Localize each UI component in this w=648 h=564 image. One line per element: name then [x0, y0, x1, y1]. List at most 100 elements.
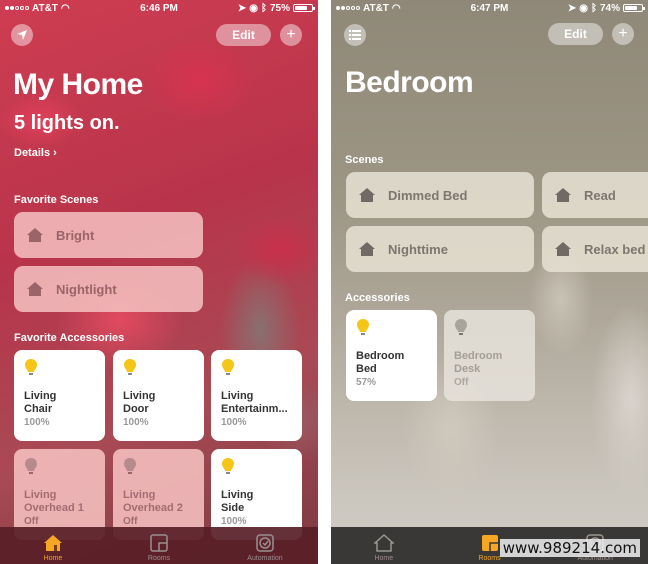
accessory-name-line1: Living: [24, 390, 57, 402]
battery-icon: [623, 4, 645, 12]
location-arrow-icon: [17, 30, 27, 40]
scene-name: Bright: [56, 227, 95, 243]
lightbulb-off-icon: [124, 458, 136, 474]
scene-name: Dimmed Bed: [388, 187, 468, 203]
tab-automation[interactable]: Automation: [212, 527, 318, 564]
page-title: My Home: [13, 68, 143, 101]
location-button[interactable]: [11, 24, 33, 46]
accessory-name-line1: Living: [123, 390, 156, 402]
accessory-tile[interactable]: Bedroom Bed 57%: [346, 310, 437, 401]
automation-icon: [256, 534, 274, 552]
status-bar: AT&T ◠ 6:46 PM ➤ ◉ ᛒ 75%: [0, 0, 318, 16]
lightbulb-on-icon: [124, 359, 136, 375]
lightbulb-on-icon: [222, 458, 234, 474]
house-icon: [26, 227, 44, 243]
signal-icon: [336, 6, 360, 10]
status-bar: AT&T ◠ 6:47 PM ➤ ◉ ᛒ 74%: [331, 0, 648, 16]
scene-tile-nighttime[interactable]: Nighttime: [346, 226, 534, 272]
scene-tile-nightlight[interactable]: Nightlight: [14, 266, 203, 312]
accessory-tile[interactable]: Living Chair 100%: [14, 350, 105, 441]
accessory-value: 100%: [221, 417, 247, 428]
accessory-value: 100%: [123, 417, 149, 428]
lights-summary: 5 lights on.: [14, 112, 120, 134]
lightbulb-on-icon: [222, 359, 234, 375]
accessory-name-line2: Chair: [24, 403, 53, 415]
scene-name: Nighttime: [388, 241, 448, 257]
battery-percent: 75%: [269, 2, 290, 14]
accessory-name-line1: Living: [123, 489, 156, 501]
lightbulb-off-icon: [455, 319, 467, 335]
carrier-label: AT&T: [32, 2, 58, 14]
lightbulb-on-icon: [25, 359, 37, 375]
tab-label: Home: [374, 555, 394, 562]
tab-home[interactable]: Home: [331, 527, 437, 564]
lightbulb-off-icon: [25, 458, 37, 474]
scenes-label: Scenes: [345, 154, 384, 166]
edit-button[interactable]: Edit: [548, 23, 603, 45]
add-button[interactable]: +: [280, 24, 302, 46]
signal-icon: [5, 6, 29, 10]
add-button[interactable]: +: [612, 23, 634, 45]
accessory-name-line1: Living: [221, 390, 254, 402]
scene-tile-read[interactable]: Read: [542, 172, 648, 218]
status-time: 6:46 PM: [140, 2, 178, 14]
accessory-value: Off: [123, 516, 138, 527]
house-icon: [554, 241, 572, 257]
location-icon: ➤: [567, 2, 577, 14]
accessory-name-line1: Living: [24, 489, 57, 501]
accessory-name-line2: Door: [123, 403, 149, 415]
accessory-name-line2: Overhead 1: [24, 502, 84, 514]
accessory-name-line2: Bed: [356, 363, 377, 375]
accessory-value: 100%: [221, 516, 247, 527]
accessory-tile[interactable]: Living Door 100%: [113, 350, 204, 441]
room-list-button[interactable]: [344, 24, 366, 46]
scene-name: Nightlight: [56, 281, 117, 297]
carrier-label: AT&T: [363, 2, 389, 14]
accessory-name-line2: Desk: [454, 363, 481, 375]
accessory-value: Off: [454, 377, 469, 388]
accessory-tile[interactable]: Living Entertainm... 100%: [211, 350, 302, 441]
accessory-value: Off: [24, 516, 39, 527]
favorite-accessories-label: Favorite Accessories: [14, 332, 125, 344]
scene-tile-relax-bed[interactable]: Relax bed: [542, 226, 648, 272]
house-icon: [358, 187, 376, 203]
home-screen: AT&T ◠ 6:46 PM ➤ ◉ ᛒ 75% Edit + My Home …: [0, 0, 318, 564]
page-title: Bedroom: [345, 66, 474, 99]
alarm-icon: ◉: [249, 2, 258, 14]
lightbulb-on-icon: [357, 319, 369, 335]
accessory-name-line2: Overhead 2: [123, 502, 183, 514]
tab-rooms[interactable]: Rooms: [106, 527, 212, 564]
home-icon: [373, 533, 394, 552]
scene-tile-bright[interactable]: Bright: [14, 212, 203, 258]
accessory-name-line1: Bedroom: [356, 350, 405, 362]
alarm-icon: ◉: [579, 2, 588, 14]
bluetooth-icon: ᛒ: [590, 2, 597, 14]
rooms-icon: [150, 534, 168, 552]
battery-icon: [293, 4, 315, 12]
bluetooth-icon: ᛒ: [260, 2, 267, 14]
wifi-icon: ◠: [60, 2, 70, 14]
scene-tile-dimmed-bed[interactable]: Dimmed Bed: [346, 172, 534, 218]
tab-label: Rooms: [147, 555, 171, 562]
accessory-name-line2: Side: [221, 502, 245, 514]
tab-home[interactable]: Home: [0, 527, 106, 564]
accessory-name-line1: Bedroom: [454, 350, 503, 362]
accessory-value: 57%: [356, 377, 377, 388]
accessory-name-line2: Entertainm...: [221, 403, 288, 415]
tab-bar: Home Rooms Automation: [0, 527, 318, 564]
tab-label: Home: [43, 555, 63, 562]
details-link[interactable]: Details ›: [14, 147, 57, 159]
tab-label: Automation: [247, 555, 283, 562]
wifi-icon: ◠: [391, 2, 401, 14]
house-icon: [554, 187, 572, 203]
accessory-value: 100%: [24, 417, 50, 428]
favorite-scenes-label: Favorite Scenes: [14, 194, 99, 206]
accessory-tile[interactable]: Bedroom Desk Off: [444, 310, 535, 401]
tab-label: Rooms: [478, 555, 501, 562]
edit-button[interactable]: Edit: [216, 24, 271, 46]
location-icon: ➤: [237, 2, 247, 14]
accessories-label: Accessories: [345, 292, 410, 304]
house-icon: [358, 241, 376, 257]
scene-name: Read: [584, 187, 616, 203]
watermark: www.989214.com: [499, 539, 640, 557]
